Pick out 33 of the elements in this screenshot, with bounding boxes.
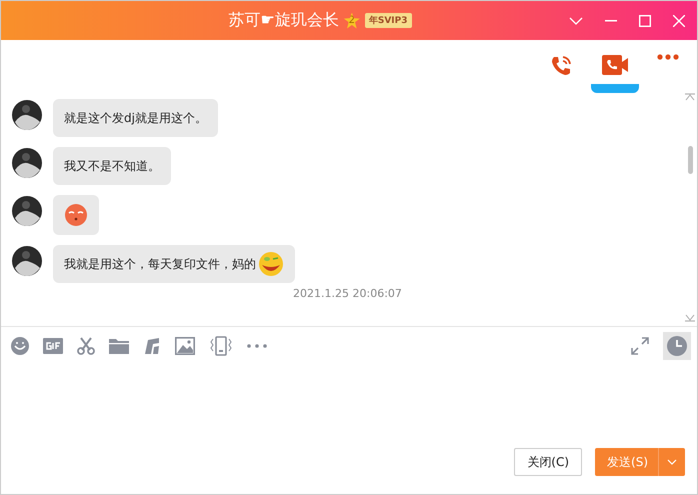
minimize-icon[interactable] xyxy=(605,20,617,22)
timestamp: 2021.1.25 20:06:07 xyxy=(293,287,402,300)
expand-icon[interactable] xyxy=(631,337,649,355)
message-text: 我就是用这个，每天复印文件，妈的 xyxy=(64,256,256,272)
gif-icon[interactable] xyxy=(43,338,63,354)
scissors-icon[interactable] xyxy=(77,337,95,355)
more-icon[interactable] xyxy=(247,344,267,348)
folder-icon[interactable] xyxy=(109,338,129,354)
scroll-top-icon[interactable] xyxy=(685,93,695,101)
dropdown-icon[interactable] xyxy=(569,16,583,26)
message-text: 我又不是不知道。 xyxy=(64,158,160,174)
close-icon[interactable] xyxy=(673,14,685,26)
caret-icon xyxy=(667,459,677,465)
video-call-icon[interactable] xyxy=(602,54,628,76)
scroll-bottom-icon[interactable] xyxy=(685,314,695,322)
smiley-icon[interactable] xyxy=(11,337,29,355)
phone-vibrate-icon[interactable] xyxy=(209,336,233,356)
history-button[interactable] xyxy=(663,332,691,360)
phone-icon[interactable] xyxy=(549,54,573,78)
message-text: 就是这个发dj就是用这个。 xyxy=(64,110,207,126)
close-button[interactable]: 关闭(C) xyxy=(514,448,582,476)
avatar-icon[interactable] xyxy=(12,148,42,178)
avatar-icon[interactable] xyxy=(12,246,42,276)
vip-badge: 年SVIP3 xyxy=(364,13,412,28)
window-title: 苏可☛旋玑会长 xyxy=(228,10,339,31)
maximize-icon[interactable] xyxy=(639,14,651,26)
image-icon[interactable] xyxy=(175,337,195,355)
more-icon[interactable] xyxy=(657,54,679,60)
clock-icon xyxy=(667,336,687,356)
avatar-icon[interactable] xyxy=(12,196,42,226)
avatar-icon[interactable] xyxy=(12,100,42,130)
active-tab-indicator xyxy=(591,84,639,93)
scrollbar-thumb[interactable] xyxy=(688,146,692,174)
